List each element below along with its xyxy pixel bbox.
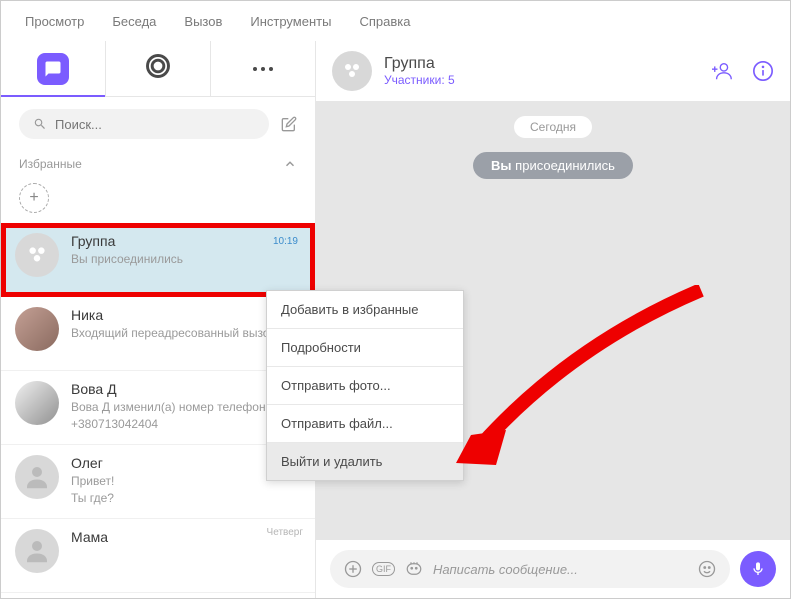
microphone-icon [750, 561, 766, 577]
message-input[interactable] [433, 562, 688, 577]
more-icon [253, 67, 273, 71]
sticker-icon[interactable] [405, 560, 423, 578]
search-box[interactable] [19, 109, 269, 139]
chat-header: Группа Участники: 5 [316, 41, 790, 102]
chevron-up-icon [283, 157, 297, 171]
tab-chats[interactable] [1, 41, 106, 96]
viber-logo-icon [144, 52, 172, 85]
avatar [15, 307, 59, 351]
chat-item-group[interactable]: Группа Вы присоединились 10:19 [1, 223, 315, 297]
chat-time: Четверг [267, 527, 303, 538]
menu-call[interactable]: Вызов [184, 14, 222, 29]
voice-message-button[interactable] [740, 551, 776, 587]
add-attachment-icon[interactable] [344, 560, 362, 578]
search-input[interactable] [55, 117, 255, 132]
add-favorite-button[interactable]: + [19, 183, 49, 213]
context-menu: Добавить в избранные Подробности Отправи… [266, 290, 464, 481]
chat-preview: Вы присоединились [71, 251, 301, 268]
date-separator: Сегодня [514, 116, 592, 138]
composer: GIF [316, 540, 790, 598]
favorites-header[interactable]: Избранные [1, 151, 315, 179]
avatar [15, 455, 59, 499]
chat-bubble-icon [37, 53, 69, 85]
info-icon[interactable] [752, 60, 774, 82]
search-icon [33, 117, 47, 131]
menu-details[interactable]: Подробности [267, 329, 463, 367]
gif-icon[interactable]: GIF [372, 562, 395, 576]
menubar: Просмотр Беседа Вызов Инструменты Справк… [1, 1, 790, 41]
menu-help[interactable]: Справка [359, 14, 410, 29]
chat-item[interactable]: Мама Четверг [1, 519, 315, 593]
menu-view[interactable]: Просмотр [25, 14, 84, 29]
chat-time: 10:19 [273, 236, 298, 247]
chat-title: Группа [384, 55, 700, 73]
participants-link[interactable]: Участники: 5 [384, 73, 700, 87]
group-avatar-icon [15, 233, 59, 277]
avatar [15, 529, 59, 573]
emoji-icon[interactable] [698, 560, 716, 578]
menu-leave-delete[interactable]: Выйти и удалить [267, 443, 463, 480]
menu-tools[interactable]: Инструменты [250, 14, 331, 29]
menu-send-photo[interactable]: Отправить фото... [267, 367, 463, 405]
add-participant-icon[interactable] [712, 60, 734, 82]
menu-send-file[interactable]: Отправить файл... [267, 405, 463, 443]
compose-icon[interactable] [281, 116, 297, 132]
tab-more[interactable] [211, 41, 315, 96]
group-avatar-icon [332, 51, 372, 91]
menu-add-favorites[interactable]: Добавить в избранные [267, 291, 463, 329]
favorites-label: Избранные [19, 157, 82, 171]
sidebar-tabs [1, 41, 315, 97]
status-message: Вы присоединились [473, 152, 633, 179]
chat-name: Группа [71, 233, 301, 249]
tab-public[interactable] [106, 41, 211, 96]
menu-conversation[interactable]: Беседа [112, 14, 156, 29]
avatar [15, 381, 59, 425]
